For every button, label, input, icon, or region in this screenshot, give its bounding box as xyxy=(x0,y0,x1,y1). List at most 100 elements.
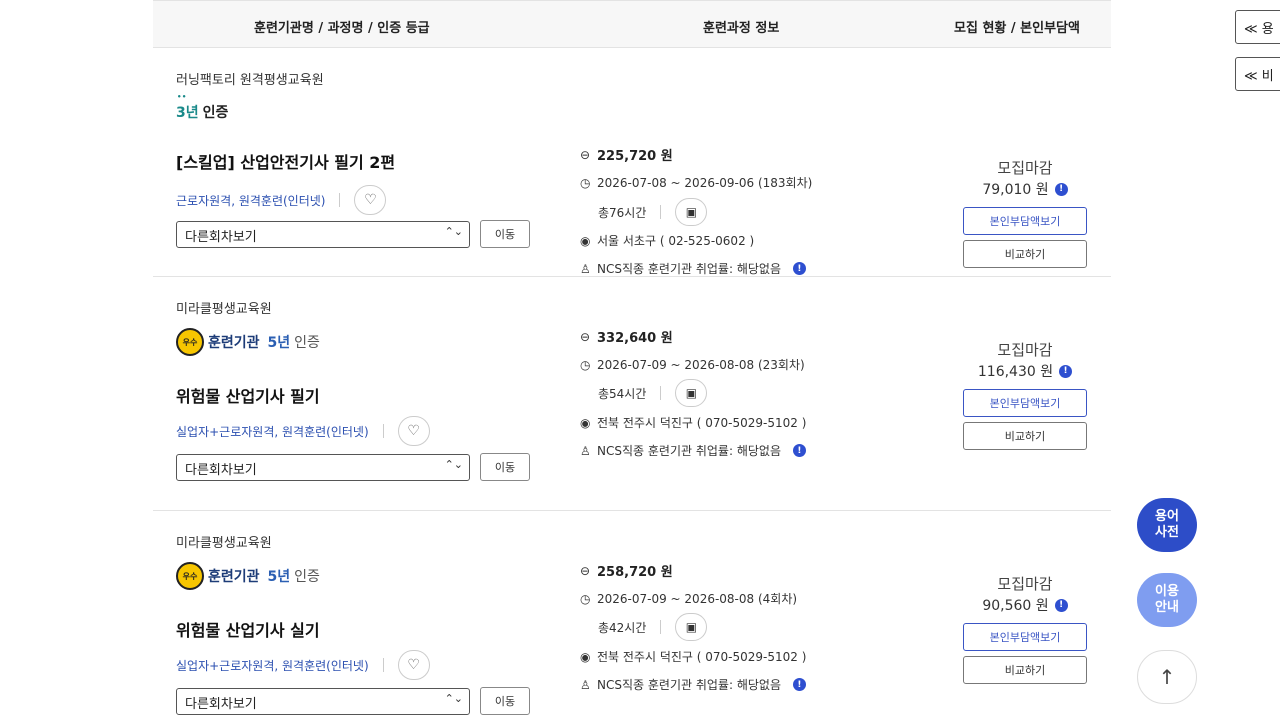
usage-guide-label: 이용 안내 xyxy=(1155,584,1179,615)
self-pay-fee: 116,430 원 ! xyxy=(963,361,1087,381)
course-period: 2026-07-09 ~ 2026-08-08 (4회차) xyxy=(597,592,798,606)
coin-icon: ⊖ xyxy=(580,329,591,344)
course-tags: 실업자+근로자원격, 원격훈련(인터넷) ♡ xyxy=(176,416,430,446)
course-title[interactable]: 위험물 산업기사 필기 xyxy=(176,383,320,407)
view-self-pay-button[interactable]: 본인부담액보기 xyxy=(963,207,1087,235)
course-price: 258,720 원 xyxy=(597,565,673,580)
period-line: ◷ 2026-07-09 ~ 2026-08-08 (23회차) xyxy=(580,356,805,373)
side-tab-compare[interactable]: ≪ 비 xyxy=(1235,57,1280,91)
self-pay-fee: 90,560 원 ! xyxy=(963,595,1087,615)
institution-name[interactable]: 미라클평생교육원 xyxy=(176,532,272,551)
institution-name[interactable]: 미라클평생교육원 xyxy=(176,298,272,317)
period-line: ◷ 2026-07-09 ~ 2026-08-08 (4회차) xyxy=(580,590,797,607)
heart-icon: ♡ xyxy=(364,192,377,208)
course-row: 미라클평생교육원 우수 훈련기관 5년 인증 위험물 산업기사 실기 실업자+근… xyxy=(153,511,1111,720)
arrow-up-icon: ↑ xyxy=(1158,665,1176,689)
course-price: 332,640 원 xyxy=(597,331,673,346)
hours-line: 총54시간 ▣ xyxy=(598,379,708,407)
price-line: ⊖ 332,640 원 xyxy=(580,327,673,347)
move-button[interactable]: 이동 xyxy=(480,687,530,715)
employment-rate: NCS직종 훈련기관 취업률: 해당없음 xyxy=(597,444,781,458)
info-icon[interactable]: ! xyxy=(1054,598,1068,612)
clock-icon: ◷ xyxy=(580,175,591,190)
person-icon: ♙ xyxy=(580,677,591,692)
session-select[interactable]: 다른회차보기 ⌃⌄ xyxy=(176,453,470,481)
move-button[interactable]: 이동 xyxy=(480,453,530,481)
favorite-button[interactable]: ♡ xyxy=(354,185,387,215)
info-icon[interactable]: ! xyxy=(792,678,806,691)
course-period: 2026-07-08 ~ 2026-09-06 (183회차) xyxy=(597,176,813,190)
period-line: ◷ 2026-07-08 ~ 2026-09-06 (183회차) xyxy=(580,174,812,191)
hours-line: 총76시간 ▣ xyxy=(598,198,708,226)
side-tab-glossary[interactable]: ≪ 용 xyxy=(1235,10,1280,44)
coin-icon: ⊖ xyxy=(580,147,591,162)
location-line: ◉ 전북 전주시 덕진구 ( 070-5029-5102 ) xyxy=(580,648,806,665)
course-hours: 총76시간 xyxy=(598,205,647,220)
self-pay-fee: 79,010 원 ! xyxy=(963,179,1087,199)
clock-icon: ◷ xyxy=(580,357,591,372)
glossary-label: 용어 사전 xyxy=(1155,509,1179,540)
divider xyxy=(660,205,662,219)
header-institution: 훈련기관명 / 과정명 / 인증 등급 xyxy=(254,21,430,36)
move-button[interactable]: 이동 xyxy=(480,220,530,248)
view-self-pay-button[interactable]: 본인부담액보기 xyxy=(963,389,1087,417)
info-icon[interactable]: ! xyxy=(792,444,806,457)
compare-button[interactable]: 비교하기 xyxy=(963,656,1087,684)
location-pin-icon: ◉ xyxy=(580,233,591,248)
compare-button[interactable]: 비교하기 xyxy=(963,422,1087,450)
info-icon[interactable]: ! xyxy=(792,262,806,275)
location-pin-icon: ◉ xyxy=(580,415,591,430)
course-hours: 총54시간 xyxy=(598,386,647,401)
excellent-badge-icon: 우수 xyxy=(176,562,204,590)
session-select[interactable]: 다른회차보기 ⌃⌄ xyxy=(176,687,470,715)
session-select[interactable]: 다른회차보기 ⌃⌄ xyxy=(176,220,470,248)
recruit-closed-label: 모집마감 xyxy=(997,575,1053,593)
self-pay-amount: 90,560 원 xyxy=(982,598,1049,614)
recruit-closed-label: 모집마감 xyxy=(997,159,1053,177)
view-self-pay-button[interactable]: 본인부담액보기 xyxy=(963,623,1087,651)
heart-icon: ♡ xyxy=(407,423,420,439)
location-pin-icon: ◉ xyxy=(580,649,591,664)
calendar-button[interactable]: ▣ xyxy=(675,613,708,641)
calendar-icon: ▣ xyxy=(685,620,698,634)
training-type: 실업자+근로자원격, 원격훈련(인터넷) xyxy=(176,424,369,439)
training-type: 실업자+근로자원격, 원격훈련(인터넷) xyxy=(176,658,369,673)
favorite-button[interactable]: ♡ xyxy=(397,650,430,680)
calendar-button[interactable]: ▣ xyxy=(675,379,708,407)
course-list-table: 훈련기관명 / 과정명 / 인증 등급 훈련과정 정보 모집 현황 / 본인부담… xyxy=(153,0,1111,720)
certification-grade: 3년 인증 xyxy=(176,93,228,124)
updown-chevron-icon: ⌃⌄ xyxy=(444,457,463,471)
clock-icon: ◷ xyxy=(580,591,591,606)
session-select-value: 다른회차보기 xyxy=(185,696,257,712)
usage-guide-button[interactable]: 이용 안내 xyxy=(1137,573,1197,627)
course-price: 225,720 원 xyxy=(597,149,673,164)
scroll-top-button[interactable]: ↑ xyxy=(1137,650,1197,704)
course-tags: 실업자+근로자원격, 원격훈련(인터넷) ♡ xyxy=(176,650,430,680)
coin-icon: ⊖ xyxy=(580,563,591,578)
institution-name[interactable]: 러닝팩토리 원격평생교육원 xyxy=(176,69,324,88)
course-location: 서울 서초구 ( 02-525-0602 ) xyxy=(597,234,755,248)
training-type: 근로자원격, 원격훈련(인터넷) xyxy=(176,193,326,208)
info-icon[interactable]: ! xyxy=(1054,182,1068,196)
glossary-button[interactable]: 용어 사전 xyxy=(1137,498,1197,552)
cert-years: 5년 xyxy=(267,569,291,585)
course-title[interactable]: [스킬업] 산업안전기사 필기 2편 xyxy=(176,149,395,173)
employment-line: ♙ NCS직종 훈련기관 취업률: 해당없음 ! xyxy=(580,260,806,277)
updown-chevron-icon: ⌃⌄ xyxy=(444,691,463,705)
divider xyxy=(660,620,662,634)
favorite-button[interactable]: ♡ xyxy=(397,416,430,446)
session-select-value: 다른회차보기 xyxy=(185,462,257,478)
course-row: 러닝팩토리 원격평생교육원 3년 인증 [스킬업] 산업안전기사 필기 2편 근… xyxy=(153,48,1111,277)
info-icon[interactable]: ! xyxy=(1059,364,1073,378)
session-select-value: 다른회차보기 xyxy=(185,229,257,245)
calendar-button[interactable]: ▣ xyxy=(675,198,708,226)
course-title[interactable]: 위험물 산업기사 실기 xyxy=(176,617,320,641)
excellent-badge-icon: 우수 xyxy=(176,328,204,356)
course-period: 2026-07-09 ~ 2026-08-08 (23회차) xyxy=(597,358,805,372)
employment-line: ♙ NCS직종 훈련기관 취업률: 해당없음 ! xyxy=(580,676,806,693)
course-tags: 근로자원격, 원격훈련(인터넷) ♡ xyxy=(176,185,387,215)
course-row: 미라클평생교육원 우수 훈련기관 5년 인증 위험물 산업기사 필기 실업자+근… xyxy=(153,277,1111,511)
course-location: 전북 전주시 덕진구 ( 070-5029-5102 ) xyxy=(597,416,807,430)
certification-grade: 우수 훈련기관 5년 인증 xyxy=(176,562,320,590)
compare-button[interactable]: 비교하기 xyxy=(963,240,1087,268)
